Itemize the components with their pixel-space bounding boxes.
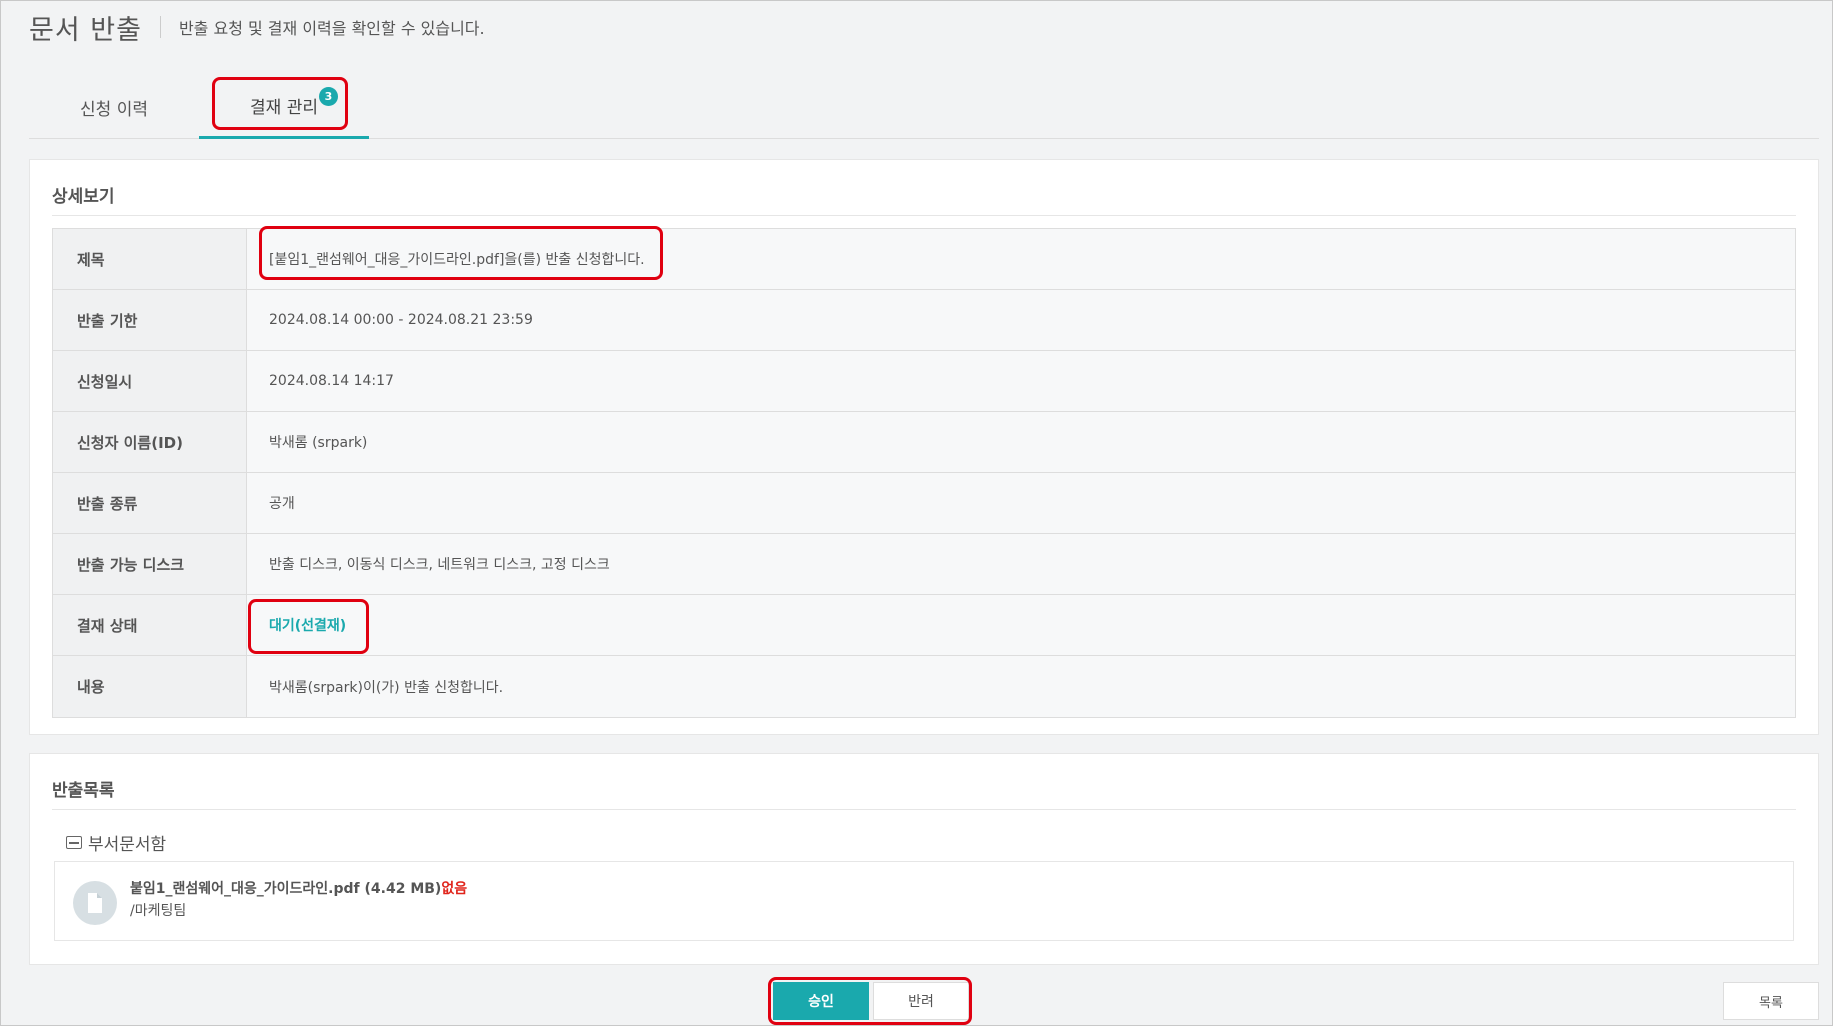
row-label: 신청자 이름(ID) [53, 412, 247, 472]
tab-label: 결재 관리 [250, 98, 318, 118]
row-value: 박새롬(srpark)이(가) 반출 신청합니다. [269, 679, 504, 696]
tab-label: 신청 이력 [80, 99, 148, 120]
row-value: 2024.08.14 00:00 - 2024.08.21 23:59 [269, 312, 533, 328]
detail-row-disks: 반출 가능 디스크 반출 디스크, 이동식 디스크, 네트워크 디스크, 고정 … [53, 534, 1795, 595]
page-subtitle: 반출 요청 및 결재 이력을 확인할 수 있습니다. [178, 19, 485, 38]
export-list-title: 반출목록 [52, 781, 115, 801]
approve-button[interactable]: 승인 [773, 982, 869, 1020]
detail-row-content: 내용 박새롬(srpark)이(가) 반출 신청합니다. [53, 656, 1795, 717]
row-value: 반출 디스크, 이동식 디스크, 네트워크 디스크, 고정 디스크 [269, 557, 610, 573]
detail-section-title: 상세보기 [52, 187, 115, 207]
header-divider [159, 16, 161, 38]
folder-name: 부서문서함 [88, 835, 167, 855]
row-label: 결재 상태 [53, 595, 247, 655]
row-value: 2024.08.14 14:17 [269, 373, 394, 389]
divider [52, 809, 1796, 810]
count-badge: 3 [319, 87, 338, 106]
detail-row-export-type: 반출 종류 공개 [53, 473, 1795, 534]
detail-row-requester: 신청자 이름(ID) 박새롬 (srpark) [53, 412, 1795, 473]
page-header: 문서 반출 반출 요청 및 결재 이력을 확인할 수 있습니다. [29, 7, 485, 47]
detail-row-request-date: 신청일시 2024.08.14 14:17 [53, 351, 1795, 412]
detail-card: 상세보기 제목 [붙임1_랜섬웨어_대응_가이드라인.pdf]을(를) 반출 신… [29, 159, 1819, 735]
file-name-text: 붙임1_랜섬웨어_대응_가이드라인.pdf (4.42 MB) [130, 881, 442, 897]
reject-button[interactable]: 반려 [873, 982, 969, 1020]
folder-row: 부서문서함 [66, 830, 166, 855]
page-title: 문서 반출 [29, 14, 142, 46]
file-path: /마케팅팀 [130, 903, 187, 919]
approval-status: 대기(선결재) [269, 618, 347, 634]
detail-row-title: 제목 [붙임1_랜섬웨어_대응_가이드라인.pdf]을(를) 반출 신청합니다. [53, 229, 1795, 290]
row-label: 반출 가능 디스크 [53, 534, 247, 594]
drive-icon [66, 836, 82, 849]
row-label: 신청일시 [53, 351, 247, 411]
detail-row-status: 결재 상태 대기(선결재) [53, 595, 1795, 656]
tab-request-history[interactable]: 신청 이력 [29, 75, 199, 139]
detail-row-period: 반출 기한 2024.08.14 00:00 - 2024.08.21 23:5… [53, 290, 1795, 351]
row-label: 제목 [53, 229, 247, 289]
divider [52, 215, 1796, 216]
tab-bar: 신청 이력 결재 관리 3 [29, 75, 1819, 139]
row-label: 반출 기한 [53, 290, 247, 350]
row-label: 반출 종류 [53, 473, 247, 533]
file-missing-status: 없음 [441, 881, 468, 897]
tab-approval-management[interactable]: 결재 관리 3 [199, 75, 369, 139]
app-frame: 문서 반출 반출 요청 및 결재 이력을 확인할 수 있습니다. 신청 이력 결… [0, 0, 1833, 1026]
export-list-card: 반출목록 부서문서함 붙임1_랜섬웨어_대응_가이드라인.pdf (4.42 M… [29, 753, 1819, 965]
file-item: 붙임1_랜섬웨어_대응_가이드라인.pdf (4.42 MB)없음 /마케팅팀 [54, 861, 1794, 941]
row-value: [붙임1_랜섬웨어_대응_가이드라인.pdf]을(를) 반출 신청합니다. [269, 252, 645, 268]
row-label: 내용 [53, 656, 247, 717]
file-name: 붙임1_랜섬웨어_대응_가이드라인.pdf (4.42 MB)없음 [130, 878, 467, 898]
list-button[interactable]: 목록 [1723, 982, 1819, 1020]
row-value: 박새롬 (srpark) [269, 435, 368, 451]
document-icon [73, 881, 117, 925]
row-value: 공개 [269, 496, 295, 512]
row-value: 대기(선결재) [247, 595, 1795, 655]
detail-table: 제목 [붙임1_랜섬웨어_대응_가이드라인.pdf]을(를) 반출 신청합니다.… [52, 228, 1796, 718]
